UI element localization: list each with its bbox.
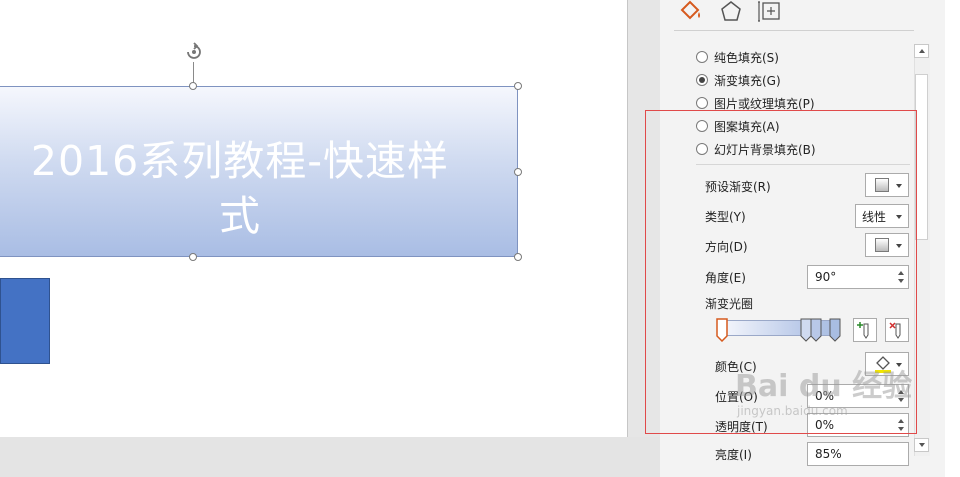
radio-label: 渐变填充(G) [714, 73, 781, 88]
tab-strip-line [674, 30, 914, 31]
title-shape-text[interactable]: 2016系列教程-快速样 式 [0, 134, 520, 244]
fill-bucket-icon[interactable] [678, 0, 704, 24]
resize-handle-top-right[interactable] [514, 82, 522, 90]
scroll-up-icon [919, 49, 925, 53]
status-bar [0, 437, 660, 477]
resize-handle-bottom[interactable] [189, 253, 197, 261]
size-layout-icon[interactable] [757, 0, 783, 24]
slide-divider [627, 0, 628, 437]
radio-button-selected[interactable] [696, 74, 708, 86]
rotate-handle-line [193, 62, 194, 84]
radio-button[interactable] [696, 51, 708, 63]
resize-handle-right[interactable] [514, 168, 522, 176]
baidu-jingyan-watermark: Bai du 经验 jingyan.baidu.com [735, 370, 945, 460]
resize-handle-top[interactable] [189, 82, 197, 90]
radio-gradient-fill[interactable]: 渐变填充(G) [696, 71, 781, 89]
radio-button[interactable] [696, 97, 708, 109]
watermark-line1: Bai du 经验 [735, 369, 913, 404]
radio-label: 图片或纹理填充(P) [714, 96, 815, 111]
scroll-up-button[interactable] [914, 44, 929, 58]
pane-edge [945, 0, 960, 477]
blue-rectangle-shape[interactable] [0, 278, 50, 364]
rotate-handle-icon[interactable] [182, 40, 206, 64]
watermark-line2: jingyan.baidu.com [737, 404, 848, 418]
radio-solid-fill[interactable]: 纯色填充(S) [696, 48, 779, 66]
pentagon-icon[interactable] [718, 0, 744, 24]
radio-label: 纯色填充(S) [714, 50, 779, 65]
resize-handle-bottom-right[interactable] [514, 253, 522, 261]
